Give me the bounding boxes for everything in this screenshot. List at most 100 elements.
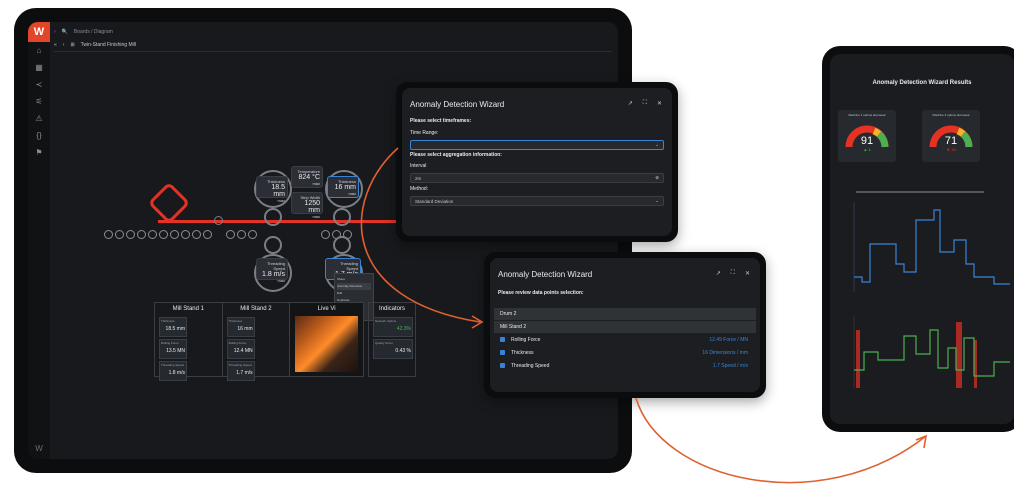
tablet-results: Anomaly Detection Wizard Results Machine… [822,46,1014,432]
aggregation-heading: Please select aggregation information: [410,152,502,158]
panel-title: Indicators [378,306,405,312]
gauge-1-dial: 91 ▲ 4 [845,125,889,152]
group-row-mill-stand[interactable]: Mill Stand 2 [494,321,756,333]
thickness1-gauge[interactable]: Thickness 18.5 mm max [256,176,288,203]
live-video-panel[interactable]: Live Vi [290,303,363,376]
pin-icon[interactable]: ↗ [716,270,721,277]
flag-icon[interactable]: ⚑ [28,144,50,161]
wizard-dialog-2: Anomaly Detection Wizard ↗ ⛶ ✕ Please re… [484,252,766,398]
datapoint-row[interactable]: Rolling Force 12.49 Force / MN [494,334,756,346]
gauge-2-dial: 71 ▼ 16 [929,125,973,152]
group-row-drum[interactable]: Drum 2 [494,308,756,320]
wizard-dialog-1: Anomaly Detection Wizard ↗ ⛶ ✕ Please se… [396,82,678,242]
fullscreen-icon[interactable]: ⛶ [731,270,735,277]
prev-icon[interactable]: ‹ [63,42,65,48]
stand1-lower-roll[interactable] [264,236,282,254]
datapoint-row[interactable]: Threading Speed 1.7 Speed / m/s [494,360,756,372]
gauge-2-delta: ▼ 16 [946,147,956,152]
mill-stand-2-panel[interactable]: Mill Stand 2 Thickness 16 mm Rolling Forc… [223,303,291,381]
sidebar: W ⌂ ▦ ≺ ⚟ ⚠ {} ⚑ W [28,22,50,459]
datapoint-row[interactable]: Thickness 16 Dimensions / mm [494,347,756,359]
method-select[interactable]: Standard Deviation ⌄ [410,196,664,206]
search-icon[interactable]: 🔍 [62,29,68,35]
wizard-1-title: Anomaly Detection Wizard [410,100,505,109]
alert-icon[interactable]: ⚠ [28,110,50,127]
anomaly-chart-green [853,316,1010,388]
stand2-lower-roll[interactable] [333,236,351,254]
anomaly-chart-blue [853,191,1010,292]
logo-icon[interactable]: W [28,22,50,42]
wizard-2-body: Anomaly Detection Wizard ↗ ⛶ ✕ Please re… [490,258,760,392]
stand1-work-roll[interactable] [264,208,282,226]
chevron-down-icon: ⌄ [655,198,659,203]
mill-stand-1-panel[interactable]: Mill Stand 1 Thickness 18.5 mm Rolling Fo… [155,303,223,381]
home-icon[interactable]: ⌂ [28,42,50,59]
interval-label: Interval [410,163,427,169]
checkbox-checked-icon[interactable] [500,350,505,356]
footer-logo-icon: W [35,444,43,453]
expand-icon[interactable]: › [54,29,56,35]
guide-roll [214,216,223,225]
close-icon[interactable]: ✕ [745,270,750,277]
roller-table [104,230,352,239]
chevron-down-icon: ⌄ [655,142,659,147]
menu-edit[interactable]: Edit [337,290,371,297]
pin-icon[interactable]: ↗ [628,100,633,107]
mini-card: Network Uptime 42.3% [373,317,413,337]
gauge-2-value: 71 [945,135,957,147]
menu-anomaly-detection[interactable]: Anomaly Detection [337,283,371,290]
mini-card: Threading Speed 1.7 m/s [226,361,255,381]
review-heading: Please review data points selection: [498,290,584,296]
close-icon[interactable]: ✕ [657,100,662,107]
panel-title: Live Vi [317,306,336,312]
grid-icon[interactable]: ▦ [28,59,50,76]
wizard-2-controls: ↗ ⛶ ✕ [716,270,750,277]
menu-share[interactable]: Share [337,276,371,283]
checkbox-checked-icon[interactable] [500,337,505,343]
results-screen: Anomaly Detection Wizard Results Machine… [830,54,1014,424]
strip-width-gauge[interactable]: Strip Width 1250 mm max [291,192,323,219]
stage: W ⌂ ▦ ≺ ⚟ ⚠ {} ⚑ W › 🔍 Boards / Diagram … [0,0,1014,503]
temperature-gauge[interactable]: Temperature 824 °C max [291,166,323,188]
stand2-work-roll[interactable] [333,208,351,226]
time-range-select[interactable]: ⌄ [410,140,664,150]
method-label: Method: [410,186,429,192]
anomaly-band [856,330,860,388]
fullscreen-icon[interactable]: ⛶ [643,100,647,107]
timeframes-heading: Please select timeframes: [410,118,472,124]
gauge-card-2[interactable]: Machine 2 uptime last week 71 ▼ 16 [922,110,980,162]
gauge-1-value: 91 [861,135,873,147]
coil-hook-icon[interactable] [147,181,191,225]
time-range-label: Time Range: [410,130,439,136]
indicators-panel[interactable]: Indicators Network Uptime 42.3% Quality S… [368,302,416,377]
thickness2-gauge[interactable]: Thickness 16 mm max [327,176,359,198]
gauge-card-1[interactable]: Machine 1 uptime last week 91 ▲ 4 [838,110,896,162]
gauge-1-delta: ▲ 4 [863,147,871,152]
back-icon[interactable]: « [54,42,57,48]
page-title: Twin-Stand Finishing Mill [80,41,136,48]
mini-card: Rolling Force 12.4 MN [226,339,255,359]
wizard-2-title: Anomaly Detection Wizard [498,270,593,279]
panel-row: Mill Stand 1 Thickness 18.5 mm Rolling Fo… [154,302,364,381]
breadcrumb[interactable]: Boards / Diagram [74,29,113,35]
checkbox-checked-icon[interactable] [500,363,505,369]
mini-card: Quality Score 0.43 % [373,339,413,359]
interval-input[interactable]: 2m ⊗ [410,173,664,183]
page-icon: ⊞ [70,41,75,48]
filter-icon[interactable]: ⚟ [28,93,50,110]
code-icon[interactable]: {} [28,127,50,144]
threading1-gauge[interactable]: Threading Speed 1.8 m/s max [256,258,288,283]
clear-icon[interactable]: ⊗ [655,175,659,181]
page-header: « ‹ ⊞ Twin-Stand Finishing Mill [54,38,612,52]
share-icon[interactable]: ≺ [28,76,50,93]
blue-series-line [854,209,1010,285]
panel-title: Mill Stand 2 [240,306,272,312]
mini-card: Threading Speed 1.8 m/s [159,361,187,381]
anomaly-band [956,322,962,388]
mini-card: Thickness 16 mm [226,317,255,337]
panel-title: Mill Stand 1 [172,306,204,312]
green-series-line [854,329,1010,377]
wizard-1-body: Anomaly Detection Wizard ↗ ⛶ ✕ Please se… [402,88,672,236]
live-video-image [295,316,358,372]
results-title: Anomaly Detection Wizard Results [872,80,972,86]
